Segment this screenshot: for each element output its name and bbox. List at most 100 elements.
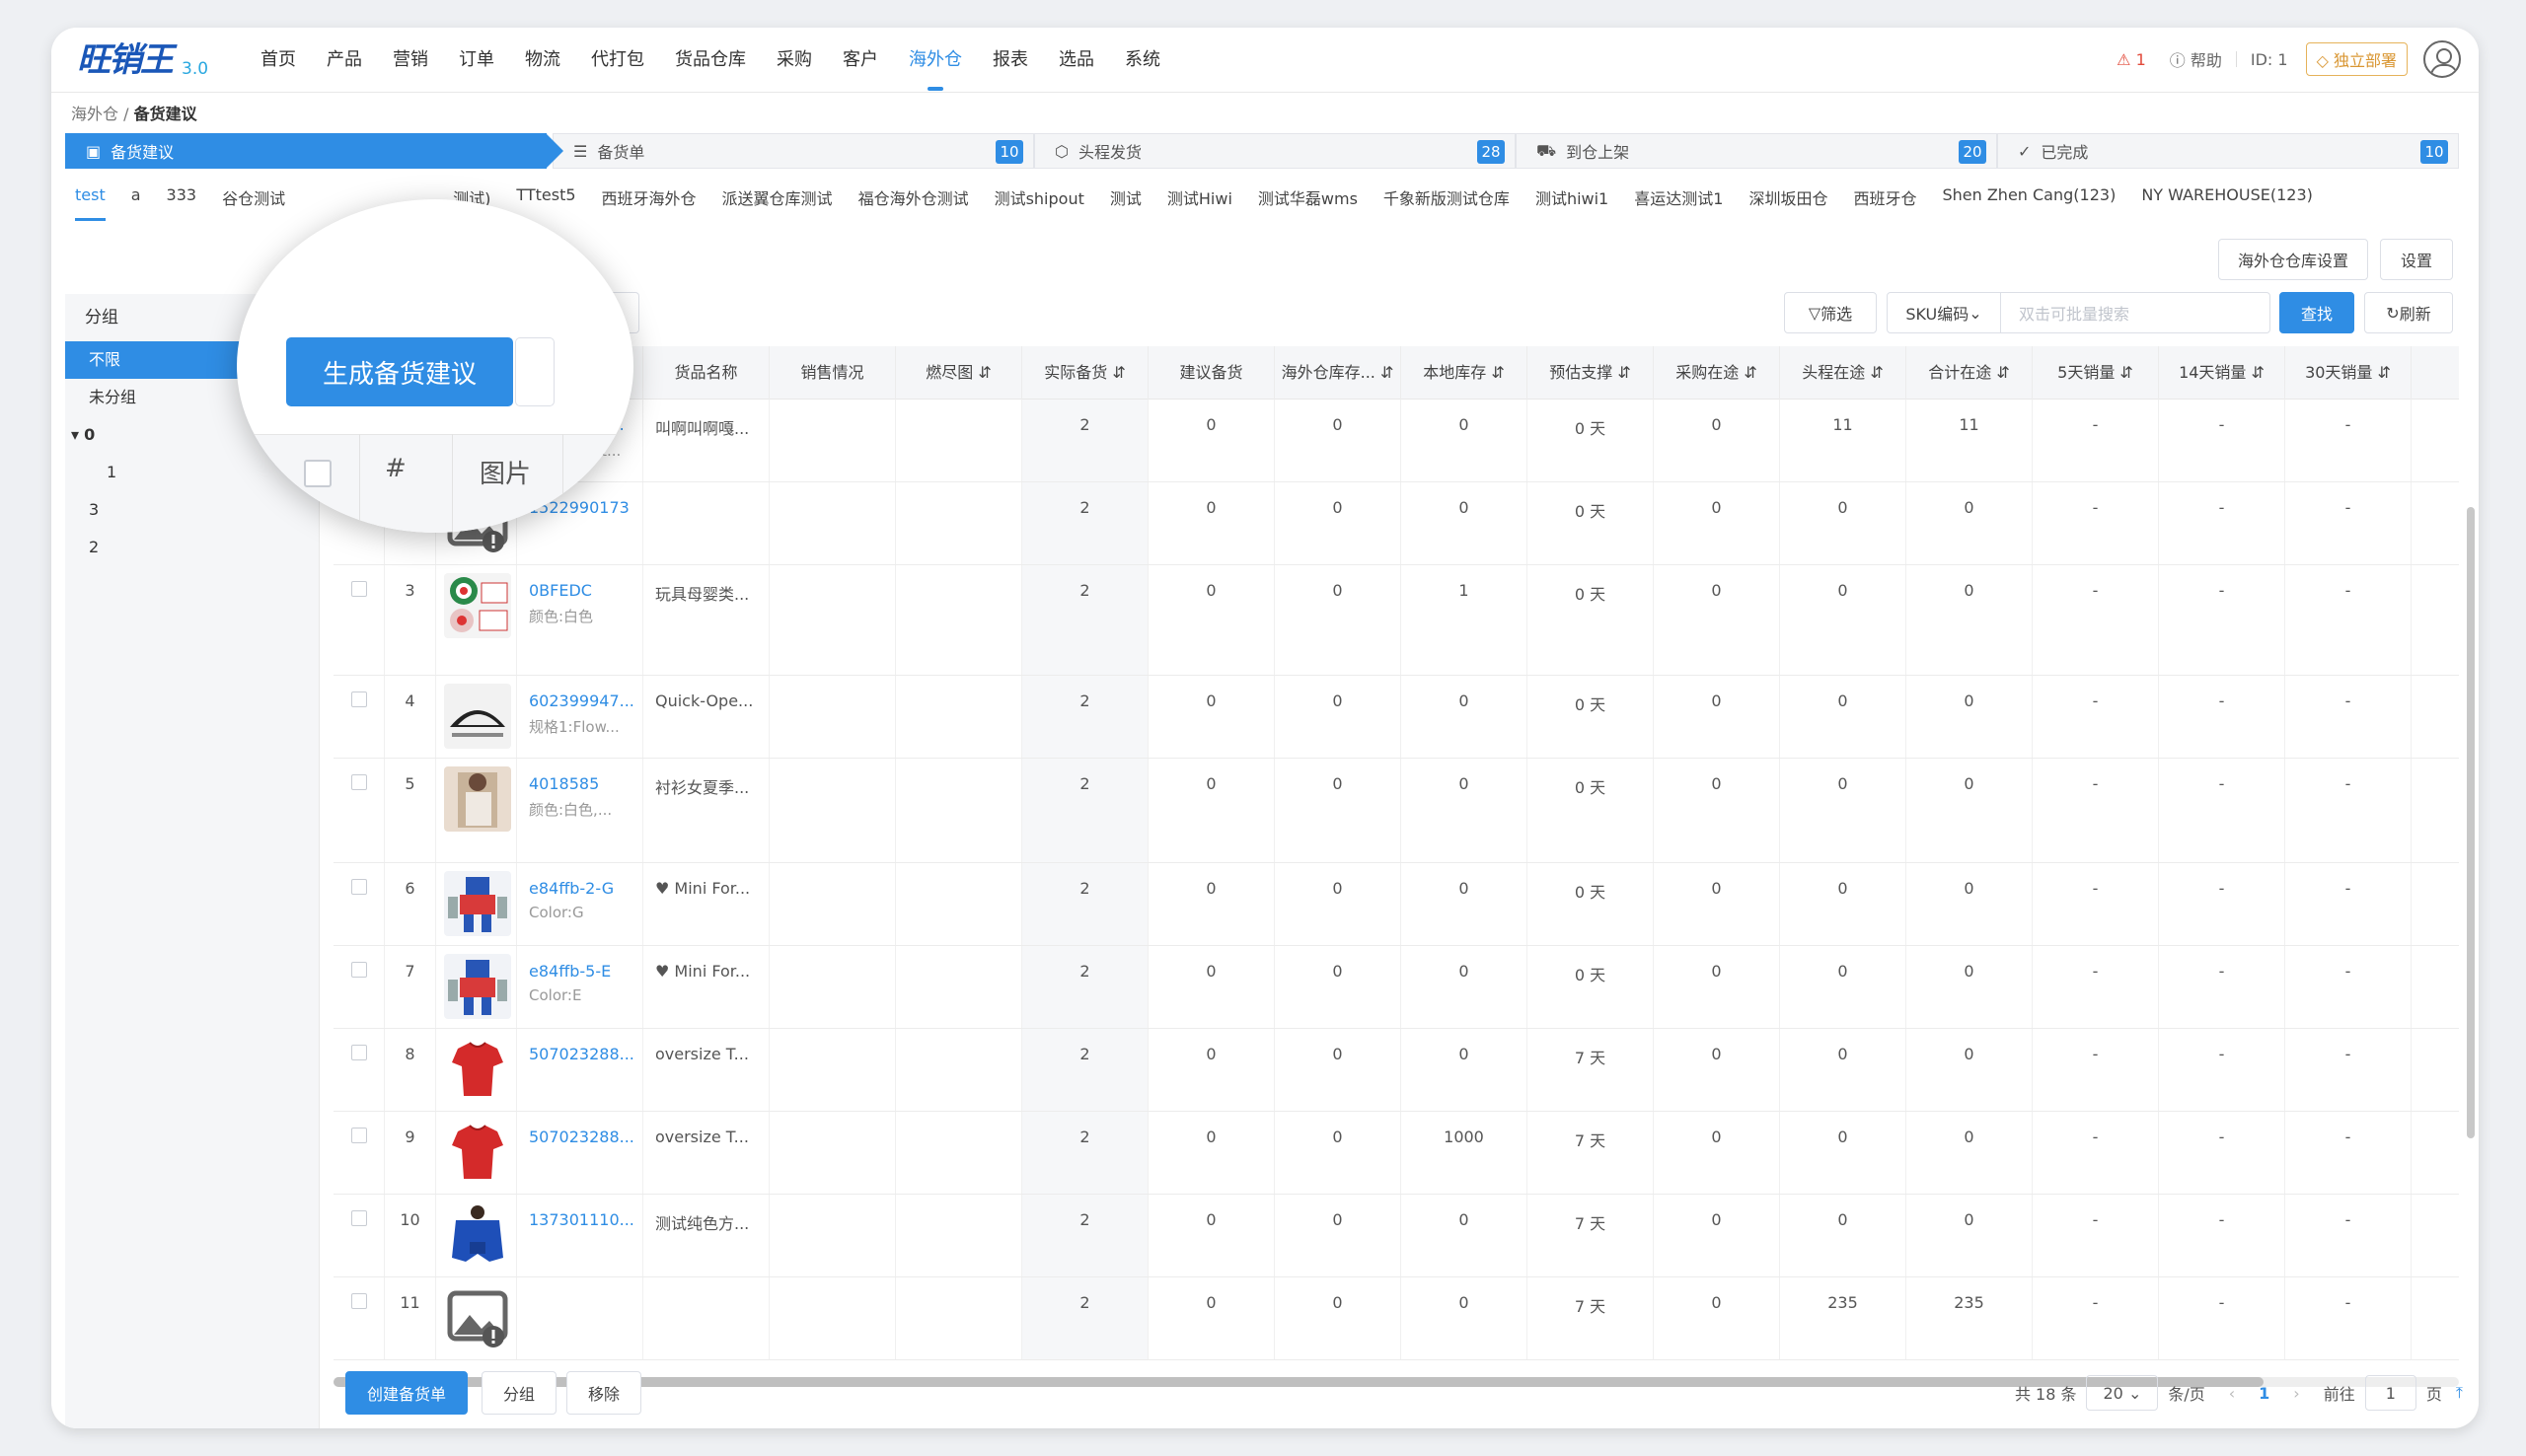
nav-item-1[interactable]: 产品 <box>327 28 362 93</box>
row-checkbox[interactable] <box>350 774 367 790</box>
warehouse-tab-2[interactable]: 333 <box>167 185 197 215</box>
warehouse-tab-11[interactable]: 测试Hiwi <box>1167 185 1232 215</box>
nav-item-7[interactable]: 采购 <box>777 28 812 93</box>
nav-item-12[interactable]: 系统 <box>1125 28 1160 93</box>
product-image[interactable] <box>444 766 511 832</box>
row-checkbox[interactable] <box>350 692 367 707</box>
sort-icon[interactable]: ⇵ <box>973 363 991 382</box>
nav-item-4[interactable]: 物流 <box>525 28 560 93</box>
caret-down-icon[interactable]: ▾ <box>71 425 84 444</box>
adjacent-button[interactable] <box>515 337 555 406</box>
select-all-checkbox[interactable] <box>304 460 332 487</box>
search-button[interactable]: 查找 <box>2279 292 2354 333</box>
warehouse-tab-3[interactable]: 谷仓测试 <box>222 185 285 215</box>
sort-icon[interactable]: ⇵ <box>2246 363 2265 382</box>
nav-item-6[interactable]: 货品仓库 <box>675 28 746 93</box>
warehouse-tab-17[interactable]: 西班牙仓 <box>1853 185 1916 215</box>
group-button[interactable]: 分组 <box>482 1371 557 1415</box>
product-image[interactable] <box>444 1202 511 1268</box>
product-image[interactable] <box>444 954 511 1019</box>
refresh-button[interactable]: ↻ 刷新 <box>2364 292 2453 333</box>
warehouse-tab-0[interactable]: test <box>75 185 106 221</box>
sidebar-item-2[interactable]: 2 <box>65 529 319 566</box>
next-page-icon[interactable]: › <box>2293 1384 2299 1403</box>
warehouse-tab-12[interactable]: 测试华磊wms <box>1258 185 1358 215</box>
warehouse-tab-1[interactable]: a <box>131 185 141 215</box>
breadcrumb-parent[interactable]: 海外仓 <box>71 105 118 123</box>
warehouse-tab-15[interactable]: 喜运达测试1 <box>1634 185 1723 215</box>
logo[interactable]: 旺销王 3.0 <box>77 37 208 81</box>
alert-indicator[interactable]: ⚠ 1 <box>2117 50 2146 69</box>
sort-icon[interactable]: ⇵ <box>1865 363 1883 382</box>
product-image[interactable] <box>444 1037 511 1102</box>
sku-link[interactable]: 137301110... <box>529 1210 642 1229</box>
sku-link[interactable]: 507023288... <box>529 1128 642 1146</box>
product-image[interactable] <box>444 1285 511 1350</box>
warehouse-tab-19[interactable]: NY WAREHOUSE(123) <box>2141 185 2313 215</box>
step-2[interactable]: ⬡ 头程发货 28 <box>1034 133 1516 169</box>
sort-icon[interactable]: ⇵ <box>1486 363 1504 382</box>
row-checkbox[interactable] <box>350 1045 367 1060</box>
row-checkbox[interactable] <box>350 1128 367 1143</box>
product-image[interactable] <box>444 573 511 638</box>
search-input[interactable]: 双击可批量搜索 <box>2000 292 2270 333</box>
back-to-top-icon[interactable]: ⤒ <box>2456 1383 2463 1403</box>
step-3[interactable]: ⛟ 到仓上架 20 <box>1516 133 1997 169</box>
page-jump-input[interactable]: 1 <box>2364 1375 2416 1411</box>
deploy-button[interactable]: ◇ 独立部署 <box>2305 42 2408 76</box>
sku-link[interactable]: 602399947... <box>529 692 642 710</box>
nav-item-0[interactable]: 首页 <box>260 28 296 93</box>
product-image[interactable] <box>444 684 511 749</box>
nav-item-2[interactable]: 营销 <box>393 28 428 93</box>
nav-item-5[interactable]: 代打包 <box>591 28 644 93</box>
settings-button[interactable]: 设置 <box>2380 239 2453 280</box>
step-4[interactable]: ✓ 已完成 10 <box>1997 133 2459 169</box>
product-image[interactable] <box>444 871 511 936</box>
sku-type-select[interactable]: SKU编码 ⌄ <box>1887 292 2001 333</box>
row-checkbox[interactable] <box>350 879 367 895</box>
warehouse-tab-13[interactable]: 千象新版测试仓库 <box>1383 185 1510 215</box>
sort-icon[interactable]: ⇵ <box>1739 363 1756 382</box>
row-checkbox[interactable] <box>350 962 367 978</box>
warehouse-tab-18[interactable]: Shen Zhen Cang(123) <box>1942 185 2116 215</box>
create-stock-order-button[interactable]: 创建备货单 <box>345 1371 468 1415</box>
sort-icon[interactable]: ⇵ <box>1107 363 1125 382</box>
warehouse-tab-16[interactable]: 深圳坂田仓 <box>1748 185 1827 215</box>
sku-link[interactable]: 4018585 <box>529 774 642 793</box>
warehouse-tab-14[interactable]: 测试hiwi1 <box>1535 185 1608 215</box>
page-size-select[interactable]: 20 ⌄ <box>2086 1375 2159 1411</box>
nav-item-3[interactable]: 订单 <box>459 28 494 93</box>
warehouse-tab-7[interactable]: 派送翼仓库测试 <box>722 185 833 215</box>
nav-item-9[interactable]: 海外仓 <box>909 28 962 93</box>
warehouse-tab-5[interactable]: TTtest5 <box>516 185 575 215</box>
step-1[interactable]: ☰ 备货单 10 <box>553 133 1034 169</box>
sort-icon[interactable]: ⇵ <box>2115 363 2132 382</box>
generate-suggestion-button[interactable]: 生成备货建议 <box>286 337 513 406</box>
vertical-scrollbar[interactable] <box>2467 507 2475 1138</box>
prev-page-icon[interactable]: ‹ <box>2229 1384 2235 1403</box>
sort-icon[interactable]: ⇵ <box>1375 363 1393 382</box>
filter-button[interactable]: ▽ 筛选 <box>1784 292 1877 333</box>
remove-button[interactable]: 移除 <box>566 1371 641 1415</box>
sort-icon[interactable]: ⇵ <box>1612 363 1630 382</box>
sku-link[interactable]: 507023288... <box>529 1045 642 1063</box>
sku-link[interactable]: e84ffb-2-G <box>529 879 642 898</box>
warehouse-tab-8[interactable]: 福仓海外仓测试 <box>858 185 969 215</box>
help-link[interactable]: ⓘ 帮助 <box>2170 47 2222 71</box>
row-checkbox[interactable] <box>350 1293 367 1309</box>
nav-item-11[interactable]: 选品 <box>1059 28 1094 93</box>
warehouse-tab-6[interactable]: 西班牙海外仓 <box>602 185 697 215</box>
nav-item-10[interactable]: 报表 <box>993 28 1028 93</box>
row-checkbox[interactable] <box>350 1210 367 1226</box>
sku-link[interactable]: 0BFEDC <box>529 581 642 600</box>
nav-item-8[interactable]: 客户 <box>843 28 878 93</box>
warehouse-tab-10[interactable]: 测试 <box>1110 185 1142 215</box>
sort-icon[interactable]: ⇵ <box>2372 363 2391 382</box>
sku-link[interactable]: e84ffb-5-E <box>529 962 642 981</box>
product-image[interactable] <box>444 1120 511 1185</box>
overseas-warehouse-settings-button[interactable]: 海外仓仓库设置 <box>2218 239 2368 280</box>
avatar[interactable] <box>2423 40 2461 78</box>
row-checkbox[interactable] <box>350 581 367 597</box>
sort-icon[interactable]: ⇵ <box>1991 363 2009 382</box>
step-0[interactable]: ▣ 备货建议 <box>65 133 563 169</box>
